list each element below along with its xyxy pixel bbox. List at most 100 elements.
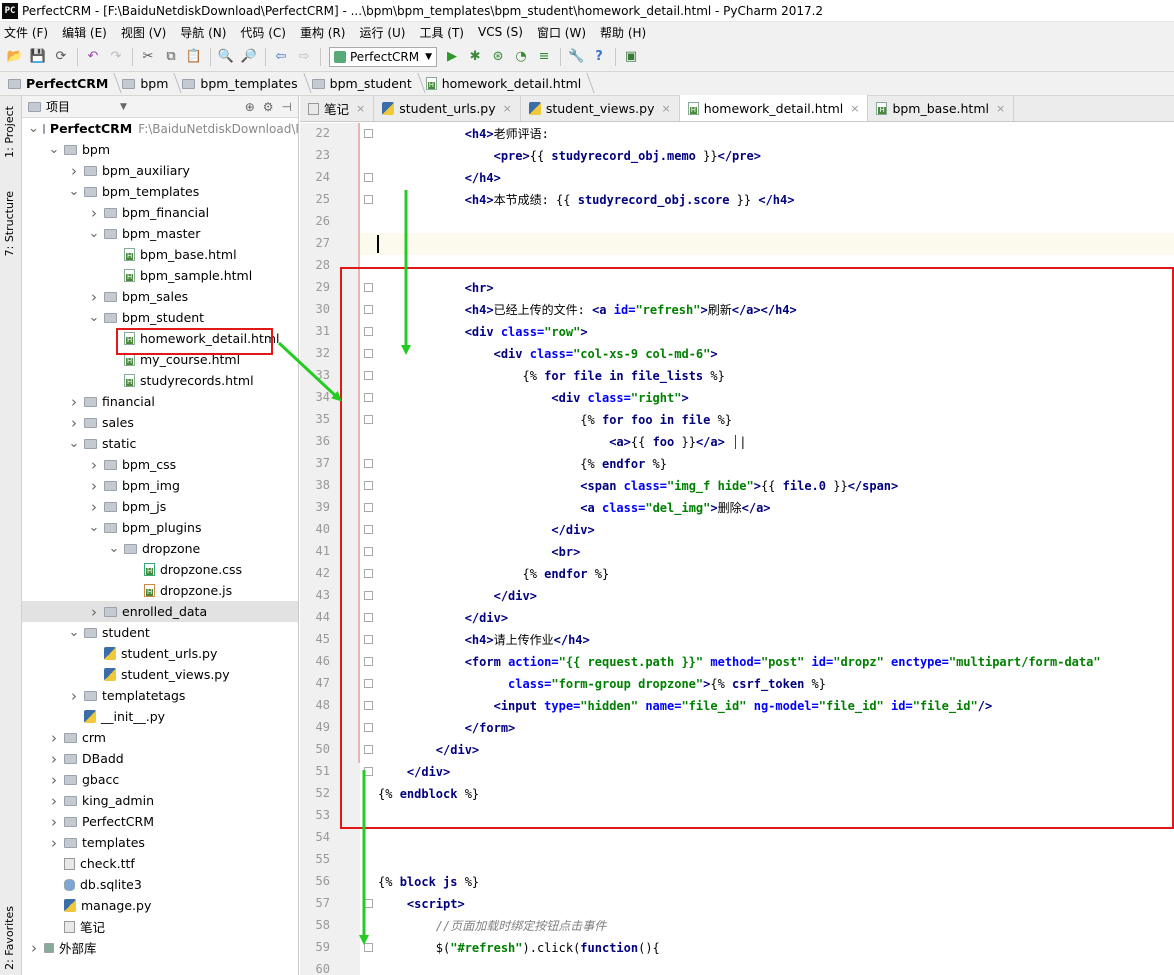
tree-item[interactable]: › financial xyxy=(22,391,298,412)
back-icon[interactable]: ⇦ xyxy=(270,46,292,68)
menu-item[interactable]: VCS (S) xyxy=(478,25,523,39)
tab-project[interactable]: 1: Project xyxy=(3,106,16,158)
chevron-right-icon[interactable]: › xyxy=(88,204,100,222)
tree-item[interactable]: dropzone.css xyxy=(22,559,298,580)
tree-item[interactable]: ⌄ bpm_student xyxy=(22,307,298,328)
menu-item[interactable]: 代码 (C) xyxy=(240,24,286,41)
paste-icon[interactable]: 📋 xyxy=(183,46,205,68)
chevron-right-icon[interactable]: › xyxy=(48,750,60,768)
menu-item[interactable]: 窗口 (W) xyxy=(537,24,586,41)
breadcrumb-item[interactable]: bpm xyxy=(122,76,178,91)
tree-item[interactable]: › sales xyxy=(22,412,298,433)
menu-item[interactable]: 帮助 (H) xyxy=(600,24,646,41)
chevron-right-icon[interactable]: › xyxy=(68,687,80,705)
tree-item[interactable]: ⌄ dropzone xyxy=(22,538,298,559)
tree-item[interactable]: studyrecords.html xyxy=(22,370,298,391)
sync-icon[interactable]: ⊕ xyxy=(245,100,255,114)
save-icon[interactable]: 💾 xyxy=(27,46,49,68)
tree-item[interactable]: › bpm_sales xyxy=(22,286,298,307)
chevron-right-icon[interactable]: › xyxy=(88,498,100,516)
chevron-right-icon[interactable]: › xyxy=(68,414,80,432)
project-panel-title[interactable]: 项目 xyxy=(46,98,70,115)
editor-tab[interactable]: student_urls.py × xyxy=(374,96,521,121)
tree-item[interactable]: › bpm_js xyxy=(22,496,298,517)
chevron-right-icon[interactable]: › xyxy=(68,162,80,180)
chevron-down-icon[interactable]: ⌄ xyxy=(28,122,39,135)
redo-icon[interactable]: ↷ xyxy=(105,46,127,68)
menu-item[interactable]: 文件 (F) xyxy=(4,24,48,41)
tree-item[interactable]: student_views.py xyxy=(22,664,298,685)
menu-item[interactable]: 工具 (T) xyxy=(419,24,464,41)
tree-item[interactable]: › bpm_financial xyxy=(22,202,298,223)
tree-item[interactable]: › enrolled_data xyxy=(22,601,298,622)
chevron-down-icon[interactable]: ⌄ xyxy=(88,311,100,324)
breadcrumb-item[interactable]: bpm_student xyxy=(311,76,422,91)
chevron-right-icon[interactable]: › xyxy=(88,477,100,495)
chevron-down-icon[interactable]: ⌄ xyxy=(48,143,60,156)
run-icon[interactable]: ▶ xyxy=(441,46,463,68)
find-icon[interactable]: 🔍 xyxy=(215,46,237,68)
chevron-right-icon[interactable]: › xyxy=(48,813,60,831)
tree-item[interactable]: bpm_sample.html xyxy=(22,265,298,286)
debug-icon[interactable]: ✱ xyxy=(464,46,486,68)
chevron-down-icon[interactable]: ⌄ xyxy=(68,626,80,639)
breadcrumb-item[interactable]: bpm_templates xyxy=(182,76,307,91)
cut-icon[interactable]: ✂ xyxy=(137,46,159,68)
chevron-down-icon[interactable]: ⌄ xyxy=(88,227,100,240)
forward-icon[interactable]: ⇨ xyxy=(293,46,315,68)
gear-icon[interactable]: ⚙ xyxy=(263,100,274,114)
fold-marker-icon[interactable] xyxy=(364,173,373,182)
help-icon[interactable]: ? xyxy=(588,46,610,68)
tree-item[interactable]: › king_admin xyxy=(22,790,298,811)
fold-marker-icon[interactable] xyxy=(364,129,373,138)
chevron-right-icon[interactable]: › xyxy=(88,456,100,474)
chevron-right-icon[interactable]: › xyxy=(48,834,60,852)
chevron-down-icon[interactable]: ⌄ xyxy=(68,185,80,198)
run-config-select[interactable]: PerfectCRM ▼ xyxy=(329,46,438,67)
tree-item[interactable]: student_urls.py xyxy=(22,643,298,664)
menu-item[interactable]: 编辑 (E) xyxy=(62,24,107,41)
chevron-right-icon[interactable]: › xyxy=(88,603,100,621)
profile-icon[interactable]: ◔ xyxy=(510,46,532,68)
tree-item[interactable]: ⌄ student xyxy=(22,622,298,643)
tree-item[interactable]: ⌄ bpm_master xyxy=(22,223,298,244)
close-icon[interactable]: × xyxy=(503,102,512,115)
tree-item[interactable]: › 外部库 xyxy=(22,937,298,958)
open-icon[interactable]: 📂 xyxy=(4,46,26,68)
tree-item[interactable]: check.ttf xyxy=(22,853,298,874)
tree-item[interactable]: › crm xyxy=(22,727,298,748)
close-icon[interactable]: × xyxy=(356,102,365,115)
tree-item[interactable]: ⌄ bpm_plugins xyxy=(22,517,298,538)
tree-item[interactable]: › bpm_css xyxy=(22,454,298,475)
chevron-right-icon[interactable]: › xyxy=(88,288,100,306)
fold-marker-icon[interactable] xyxy=(364,943,373,952)
chevron-right-icon[interactable]: › xyxy=(28,939,40,957)
tree-item[interactable]: › DBadd xyxy=(22,748,298,769)
tree-item[interactable]: 笔记 xyxy=(22,916,298,937)
menu-item[interactable]: 导航 (N) xyxy=(180,24,226,41)
tree-item[interactable]: bpm_base.html xyxy=(22,244,298,265)
tree-item[interactable]: manage.py xyxy=(22,895,298,916)
chevron-right-icon[interactable]: › xyxy=(48,729,60,747)
chevron-right-icon[interactable]: › xyxy=(48,792,60,810)
menu-item[interactable]: 重构 (R) xyxy=(300,24,346,41)
tree-item[interactable]: ⌄ bpm_templates xyxy=(22,181,298,202)
tree-item[interactable]: › templatetags xyxy=(22,685,298,706)
chevron-down-icon[interactable]: ⌄ xyxy=(68,437,80,450)
menu-item[interactable]: 运行 (U) xyxy=(360,24,406,41)
sync-icon[interactable]: ⟳ xyxy=(50,46,72,68)
editor-tab[interactable]: homework_detail.html × xyxy=(679,95,869,121)
fold-marker-icon[interactable] xyxy=(364,195,373,204)
tab-favorites[interactable]: 2: Favorites xyxy=(3,906,16,970)
tree-item[interactable]: __init__.py xyxy=(22,706,298,727)
tree-item[interactable]: › PerfectCRM xyxy=(22,811,298,832)
breadcrumb-item[interactable]: PerfectCRM xyxy=(8,76,118,91)
chevron-right-icon[interactable]: › xyxy=(68,393,80,411)
tree-item[interactable]: dropzone.js xyxy=(22,580,298,601)
tree-item[interactable]: › templates xyxy=(22,832,298,853)
tab-structure[interactable]: 7: Structure xyxy=(3,191,16,256)
chevron-down-icon[interactable]: ⌄ xyxy=(108,542,120,555)
tree-item[interactable]: ⌄ static xyxy=(22,433,298,454)
close-icon[interactable]: × xyxy=(996,102,1005,115)
concurrency-icon[interactable]: ≡ xyxy=(533,46,555,68)
